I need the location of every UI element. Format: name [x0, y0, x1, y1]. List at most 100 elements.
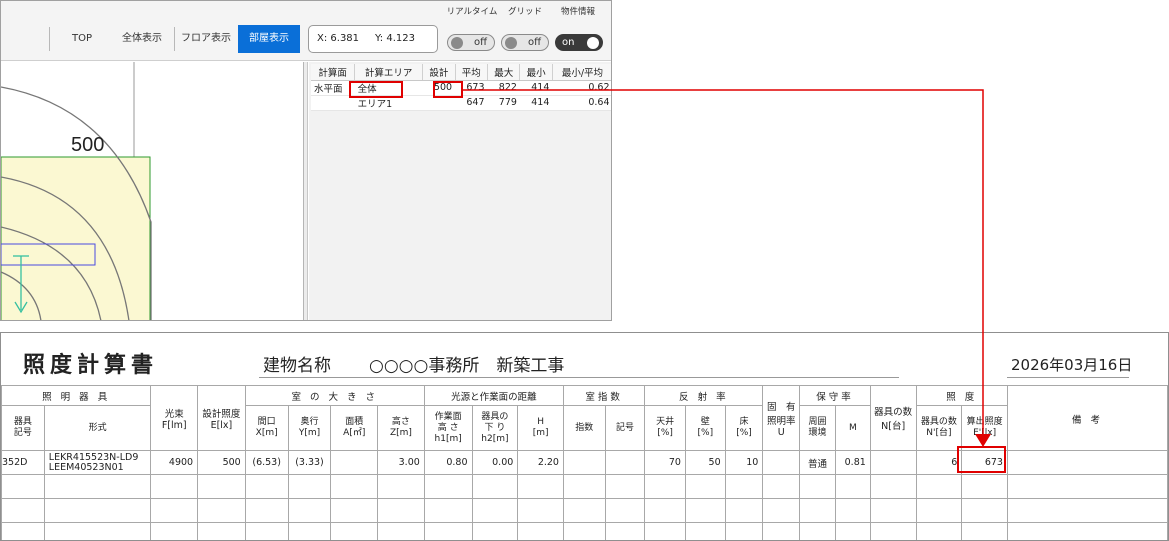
contour-plot: 500 [1, 62, 152, 320]
report-title: 照度計算書 [23, 352, 159, 378]
cell-model: LEKR415523N-LD9 LEEM40523N01 [43, 450, 152, 475]
cell-design-illum: 500 [197, 450, 246, 475]
group-reflectance: 反 射 率 [644, 385, 764, 406]
cell-wall: 50 [684, 450, 726, 475]
col-design-illum: 設計照度 E[lx] [197, 385, 246, 451]
group-room-index: 室指数 [562, 385, 646, 406]
report-date: 2026年03月16日 [1011, 356, 1133, 374]
results-table: 計算面 計算エリア 設計 平均 最大 最小 最小/平均 水平面 全体 500 6… [311, 64, 611, 111]
col-width: 間口 X[m] [244, 405, 289, 451]
col-work-height: 作業面 高 さ h1[m] [423, 405, 473, 451]
col-header: 計算面 [311, 64, 356, 81]
cell-min: 414 [519, 80, 553, 96]
col-calc-illum: 算出照度 E'[lx] [961, 405, 1008, 451]
col-header: 最大 [487, 64, 521, 81]
cell-symbol: 352D [1, 450, 45, 475]
col-utilization: 固 有 照明率 U [762, 385, 801, 451]
table-row-empty[interactable] [1, 522, 1168, 540]
cell-count-n2: 6 [915, 450, 963, 475]
col-index: 指数 [562, 405, 606, 451]
group-distance: 光源と作業面の距離 [423, 385, 564, 406]
contour-label: 500 [71, 134, 104, 156]
calculation-table: 照 明 器 具 光束 F[lm] 設計照度 E[lx] 室 の 大 き さ 光源… [1, 385, 1168, 540]
group-room-size: 室 の 大 き さ [244, 385, 425, 406]
cell-max: 779 [487, 95, 520, 111]
cell-ratio: 0.62 [552, 80, 611, 96]
grid-toggle[interactable]: off [501, 34, 549, 51]
cell-count-n [869, 450, 917, 475]
table-row[interactable]: 水平面 全体 500 673 822 414 0.62 [311, 80, 611, 96]
cell-max: 822 [487, 80, 520, 96]
col-index-mark: 記号 [604, 405, 646, 451]
col-floor: 床 [%] [724, 405, 764, 451]
divider [259, 377, 899, 378]
illuminance-report-sheet: 照度計算書 建物名称 ○○○○事務所 新築工事 2026年03月16日 照 明 … [0, 332, 1169, 541]
toggle-knob [587, 37, 599, 49]
cell-design [422, 95, 456, 111]
group-header-row: 照 明 器 具 光束 F[lm] 設計照度 E[lx] 室 の 大 き さ 光源… [1, 385, 1168, 451]
panel-splitter[interactable] [304, 62, 308, 320]
realtime-toggle[interactable]: off [447, 34, 495, 51]
cell-m: 0.81 [834, 450, 871, 475]
fit-all-button[interactable]: 全体表示 [113, 25, 171, 53]
floor-view-button[interactable]: フロア表示 [177, 25, 235, 53]
cell-ceiling: 70 [644, 450, 686, 475]
illuminance-drawing-canvas[interactable]: 500 [1, 62, 304, 320]
col-area: 面積 A[㎡] [330, 405, 379, 451]
cell-index-mark [604, 450, 646, 475]
building-name-value: ○○○○事務所 新築工事 [369, 356, 565, 376]
cell-calc-illum: 673 [961, 450, 1008, 475]
table-row-empty[interactable] [1, 474, 1168, 499]
building-name-label: 建物名称 [263, 356, 331, 376]
col-model: 形式 [43, 405, 152, 451]
cell-work-height: 0.80 [423, 450, 473, 475]
results-header-row: 計算面 計算エリア 設計 平均 最大 最小 最小/平均 [311, 64, 611, 81]
group-luminaire: 照 明 器 具 [1, 385, 152, 406]
table-row[interactable]: エリア1 647 779 414 0.64 [311, 95, 611, 111]
cell-area [330, 450, 379, 475]
cell-height: 3.00 [377, 450, 425, 475]
property-info-toggle-state: on [562, 37, 575, 48]
divider [1007, 377, 1129, 378]
table-row-empty[interactable] [1, 498, 1168, 523]
cell-ratio: 0.64 [552, 95, 611, 111]
cell-remarks [1006, 450, 1168, 475]
cell-index [562, 450, 606, 475]
toolbar-separator [49, 27, 50, 51]
realtime-label: リアルタイム [446, 7, 498, 17]
coord-x: X: 6.381 [317, 33, 360, 44]
col-header: 設計 [422, 64, 456, 81]
grid-toggle-state: off [527, 37, 541, 48]
col-environment: 周囲 環境 [799, 405, 836, 451]
realtime-toggle-state: off [473, 37, 487, 48]
cell-h: 2.20 [517, 450, 564, 475]
group-maintenance: 保守率 [799, 385, 871, 406]
table-row[interactable]: 352D LEKR415523N-LD9 LEEM40523N01 4900 5… [1, 450, 1168, 475]
col-count-n: 器具の数 N[台] [869, 385, 917, 451]
col-symbol: 器具 記号 [1, 405, 45, 451]
cursor-coordinate-box: X: 6.381 Y: 4.123 [308, 25, 438, 53]
cell-area: エリア1 [354, 95, 423, 111]
cell-surface: 水平面 [311, 80, 355, 96]
cell-design: 500 [422, 80, 456, 96]
property-info-toggle[interactable]: on [555, 34, 603, 51]
cell-floor: 10 [724, 450, 764, 475]
property-info-label: 物件情報 [560, 7, 595, 17]
col-header: 計算エリア [354, 64, 424, 81]
col-header: 最小 [519, 64, 553, 81]
col-hang: 器具の 下 り h2[m] [471, 405, 519, 451]
cell-utilization [762, 450, 801, 475]
top-button[interactable]: TOP [57, 25, 107, 53]
room-view-button[interactable]: 部屋表示 [238, 25, 300, 53]
toolbar: TOP 全体表示 フロア表示 部屋表示 X: 6.381 Y: 4.123 リア… [1, 1, 611, 61]
cell-min: 414 [519, 95, 553, 111]
results-panel: 計算面 計算エリア 設計 平均 最大 最小 最小/平均 水平面 全体 500 6… [309, 62, 611, 320]
col-flux: 光束 F[lm] [150, 385, 199, 451]
cell-flux: 4900 [150, 450, 199, 475]
cell-hang: 0.00 [471, 450, 519, 475]
cell-environment: 普通 [799, 450, 836, 475]
cell-average: 673 [455, 80, 488, 96]
col-height: 高さ Z[m] [377, 405, 425, 451]
grid-label: グリッド [507, 7, 542, 17]
col-header: 平均 [455, 64, 489, 81]
